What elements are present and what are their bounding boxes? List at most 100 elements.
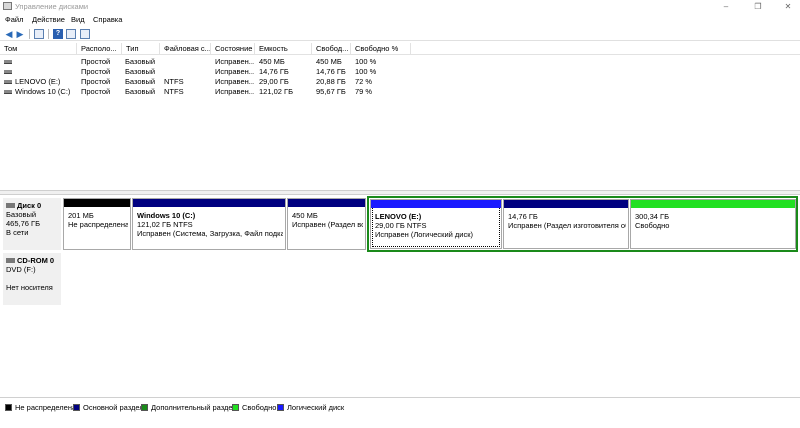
legend-swatch xyxy=(277,404,284,411)
partition-bar xyxy=(288,199,365,207)
disk-0-title: Диск 0 xyxy=(6,201,58,210)
legend-label: Логический диск xyxy=(287,403,345,412)
partition-bar xyxy=(133,199,285,207)
toolbar-separator xyxy=(29,29,30,39)
partition-size: 14,76 ГБ xyxy=(508,212,538,221)
table-row[interactable]: Простой Базовый Исправен... 14,76 ГБ 14,… xyxy=(0,67,800,77)
title-bar: Управление дисками – ❐ ✕ xyxy=(0,0,800,13)
partition-status: Исправен (Раздел вос xyxy=(292,220,363,229)
legend-item: Дополнительный раздел xyxy=(141,403,237,412)
cell-free-space: 14,76 ГБ xyxy=(316,67,346,76)
menu-view[interactable]: Вид xyxy=(71,14,85,25)
cell-type: Базовый xyxy=(125,87,156,96)
column-header-free-space[interactable]: Свобод... xyxy=(312,43,351,55)
partition-size: 450 МБ xyxy=(292,211,318,220)
list-view-icon[interactable] xyxy=(80,29,90,39)
back-arrow-icon[interactable]: ◀ xyxy=(4,29,14,39)
cell-type: Базовый xyxy=(125,67,156,76)
legend-swatch xyxy=(5,404,12,411)
cell-layout: Простой xyxy=(81,57,111,66)
menu-help[interactable]: Справка xyxy=(93,14,122,25)
cell-free-space: 20,88 ГБ xyxy=(316,77,346,86)
disk-0-label[interactable]: Диск 0 Базовый 465,76 ГБ В сети xyxy=(3,198,61,250)
disk-management-icon xyxy=(3,2,12,10)
cell-volume: Windows 10 (C:) xyxy=(15,87,71,96)
column-header-volume[interactable]: Том xyxy=(0,43,77,55)
cell-volume: LENOVO (E:) xyxy=(15,77,61,86)
minimize-button[interactable]: – xyxy=(716,0,736,13)
legend-label: Свободно xyxy=(242,403,277,412)
cell-capacity: 450 МБ xyxy=(259,57,285,66)
cell-free-space: 95,67 ГБ xyxy=(316,87,346,96)
legend: Не распределена Основной раздел Дополнит… xyxy=(0,397,800,428)
cd-rom-icon xyxy=(6,258,15,263)
hard-disk-icon xyxy=(6,203,15,208)
legend-item: Свободно xyxy=(232,403,276,412)
window-title: Управление дисками xyxy=(15,2,89,11)
forward-arrow-icon[interactable]: ▶ xyxy=(15,29,25,39)
disk-0-status: В сети xyxy=(6,228,29,237)
partition-bar xyxy=(504,200,628,208)
partition-name: LENOVO (E:) xyxy=(375,212,422,221)
partition-status: Не распределена xyxy=(68,220,128,229)
cdrom-0-title: CD-ROM 0 xyxy=(6,256,58,265)
partition-lenovo-e[interactable]: LENOVO (E:) 29,00 ГБ NTFS Исправен (Логи… xyxy=(370,199,502,249)
legend-swatch xyxy=(141,404,148,411)
cell-layout: Простой xyxy=(81,77,111,86)
partition-free-space[interactable]: 300,34 ГБ Свободно xyxy=(630,199,796,249)
partition-unallocated[interactable]: 201 МБ Не распределена xyxy=(63,198,131,250)
partition-status: Свободно xyxy=(635,221,670,230)
partition-text: LENOVO (E:) 29,00 ГБ NTFS Исправен (Логи… xyxy=(375,212,499,239)
table-row[interactable]: LENOVO (E:) Простой Базовый NTFS Исправе… xyxy=(0,77,800,87)
partition-bar xyxy=(631,200,795,208)
cell-free-percent: 72 % xyxy=(355,77,373,86)
menu-file[interactable]: Файл xyxy=(5,14,23,25)
legend-swatch xyxy=(73,404,80,411)
cell-filesystem: NTFS xyxy=(164,87,184,96)
partition-status: Исправен (Логический диск) xyxy=(375,230,474,239)
column-header-status[interactable]: Состояние xyxy=(211,43,255,55)
console-tree-icon[interactable] xyxy=(34,29,44,39)
cdrom-0-status: Нет носителя xyxy=(6,283,53,292)
cdrom-0-drive: DVD (F:) xyxy=(6,265,36,274)
table-row[interactable]: Простой Базовый Исправен... 450 МБ 450 М… xyxy=(0,57,800,67)
partition-status: Исправен (Раздел изготовителя обо xyxy=(508,221,626,230)
cdrom-0-name: CD-ROM 0 xyxy=(17,256,55,265)
volume-icon xyxy=(4,70,12,74)
column-header-free-percent[interactable]: Свободно % xyxy=(351,43,411,55)
partition-status: Исправен (Система, Загрузка, Файл подкач… xyxy=(137,229,283,238)
partition-bar xyxy=(371,200,501,208)
volume-list: Том Располо... Тип Файловая с... Состоян… xyxy=(0,43,800,190)
partition-text: 300,34 ГБ Свободно xyxy=(635,212,793,230)
cell-status: Исправен... xyxy=(215,57,254,66)
legend-label: Не распределена xyxy=(15,403,77,412)
toolbar-separator xyxy=(48,29,49,39)
column-header-layout[interactable]: Располо... xyxy=(77,43,122,55)
help-icon[interactable]: ? xyxy=(53,29,63,39)
cell-free-percent: 100 % xyxy=(355,57,377,66)
maximize-button[interactable]: ❐ xyxy=(748,0,768,13)
cell-free-percent: 100 % xyxy=(355,67,377,76)
partition-size: 201 МБ xyxy=(68,211,94,220)
table-row[interactable]: Windows 10 (C:) Простой Базовый NTFS Исп… xyxy=(0,87,800,97)
partition-recovery[interactable]: 450 МБ Исправен (Раздел вос xyxy=(287,198,366,250)
legend-item: Не распределена xyxy=(5,403,76,412)
partition-text: Windows 10 (C:) 121,02 ГБ NTFS Исправен … xyxy=(137,211,283,238)
column-header-filesystem[interactable]: Файловая с... xyxy=(160,43,211,55)
cdrom-0-label[interactable]: CD-ROM 0 DVD (F:) Нет носителя xyxy=(3,253,61,305)
column-header-capacity[interactable]: Емкость xyxy=(255,43,312,55)
partition-oem[interactable]: 14,76 ГБ Исправен (Раздел изготовителя о… xyxy=(503,199,629,249)
menu-action[interactable]: Действие xyxy=(32,14,65,25)
volume-icon xyxy=(4,60,12,64)
partition-text: 450 МБ Исправен (Раздел вос xyxy=(292,211,363,229)
cell-status: Исправен... xyxy=(215,87,254,96)
properties-icon[interactable] xyxy=(66,29,76,39)
partition-size: 300,34 ГБ xyxy=(635,212,670,221)
legend-label: Дополнительный раздел xyxy=(151,403,237,412)
close-button[interactable]: ✕ xyxy=(778,0,798,13)
cell-filesystem: NTFS xyxy=(164,77,184,86)
disk-0-size: 465,76 ГБ xyxy=(6,219,41,228)
cell-status: Исправен... xyxy=(215,67,254,76)
partition-windows-c[interactable]: Windows 10 (C:) 121,02 ГБ NTFS Исправен … xyxy=(132,198,286,250)
column-header-type[interactable]: Тип xyxy=(122,43,160,55)
